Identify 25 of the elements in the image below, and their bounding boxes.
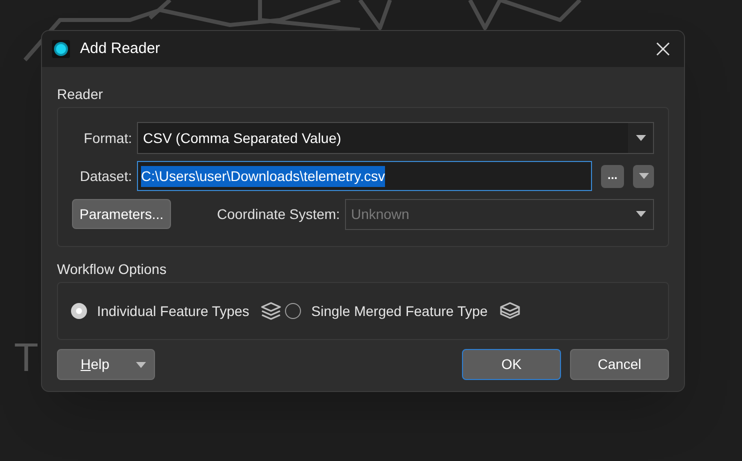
caret-icon — [636, 211, 646, 217]
layers-icon — [261, 302, 282, 320]
caret-icon — [136, 362, 146, 368]
radio-option[interactable]: Single Merged Feature Type — [285, 300, 494, 322]
field-label: Dataset: — [78, 166, 132, 186]
radio-option[interactable]: Individual Feature Types — [71, 300, 256, 322]
parameters-button[interactable]: Parameters... — [72, 199, 171, 229]
help-button[interactable]: Help — [57, 349, 155, 380]
field-label: Coordinate System: — [217, 204, 340, 224]
dataset-field[interactable]: C:\Users\user\Downloads\telemetry.csv — [137, 161, 592, 191]
field-label: Format: — [82, 128, 132, 148]
group-title: Reader — [57, 86, 104, 103]
app-icon — [52, 40, 70, 58]
ok-button[interactable]: OK — [462, 349, 561, 380]
caret-icon — [638, 173, 648, 179]
window-title: Add Reader — [80, 38, 162, 59]
group-title: Workflow Options — [57, 261, 168, 278]
caret-icon — [636, 135, 646, 141]
format-dropdown[interactable]: CSV (Comma Separated Value) — [137, 122, 654, 154]
close-icon[interactable] — [656, 42, 670, 56]
background-text: T — [14, 338, 38, 378]
stack-icon — [500, 302, 520, 320]
cancel-button[interactable]: Cancel — [570, 349, 669, 380]
browse-button[interactable]: ... — [601, 164, 624, 188]
dataset-menu-button[interactable] — [633, 164, 654, 188]
